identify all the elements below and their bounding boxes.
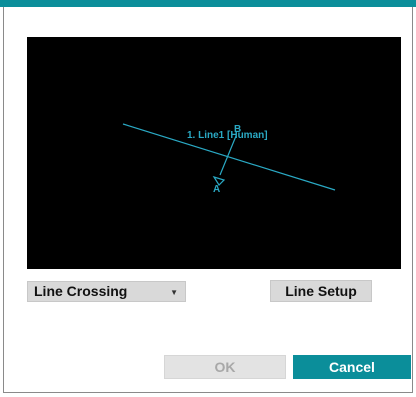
title-bar [0,0,416,7]
event-type-value: Line Crossing [34,283,128,299]
event-type-select[interactable]: Line Crossing ▼ [27,281,186,302]
line-setup-button[interactable]: Line Setup [270,280,372,302]
ok-button[interactable]: OK [164,355,286,379]
chevron-down-icon: ▼ [170,288,178,297]
preview-edge [401,37,406,269]
point-a-label: A [213,184,220,195]
camera-preview[interactable]: B 1. Line1 [Human] A [27,37,401,269]
line-overlay: B 1. Line1 [Human] A [122,123,336,195]
cancel-button[interactable]: Cancel [293,355,411,379]
line-label: 1. Line1 [Human] [187,130,268,141]
